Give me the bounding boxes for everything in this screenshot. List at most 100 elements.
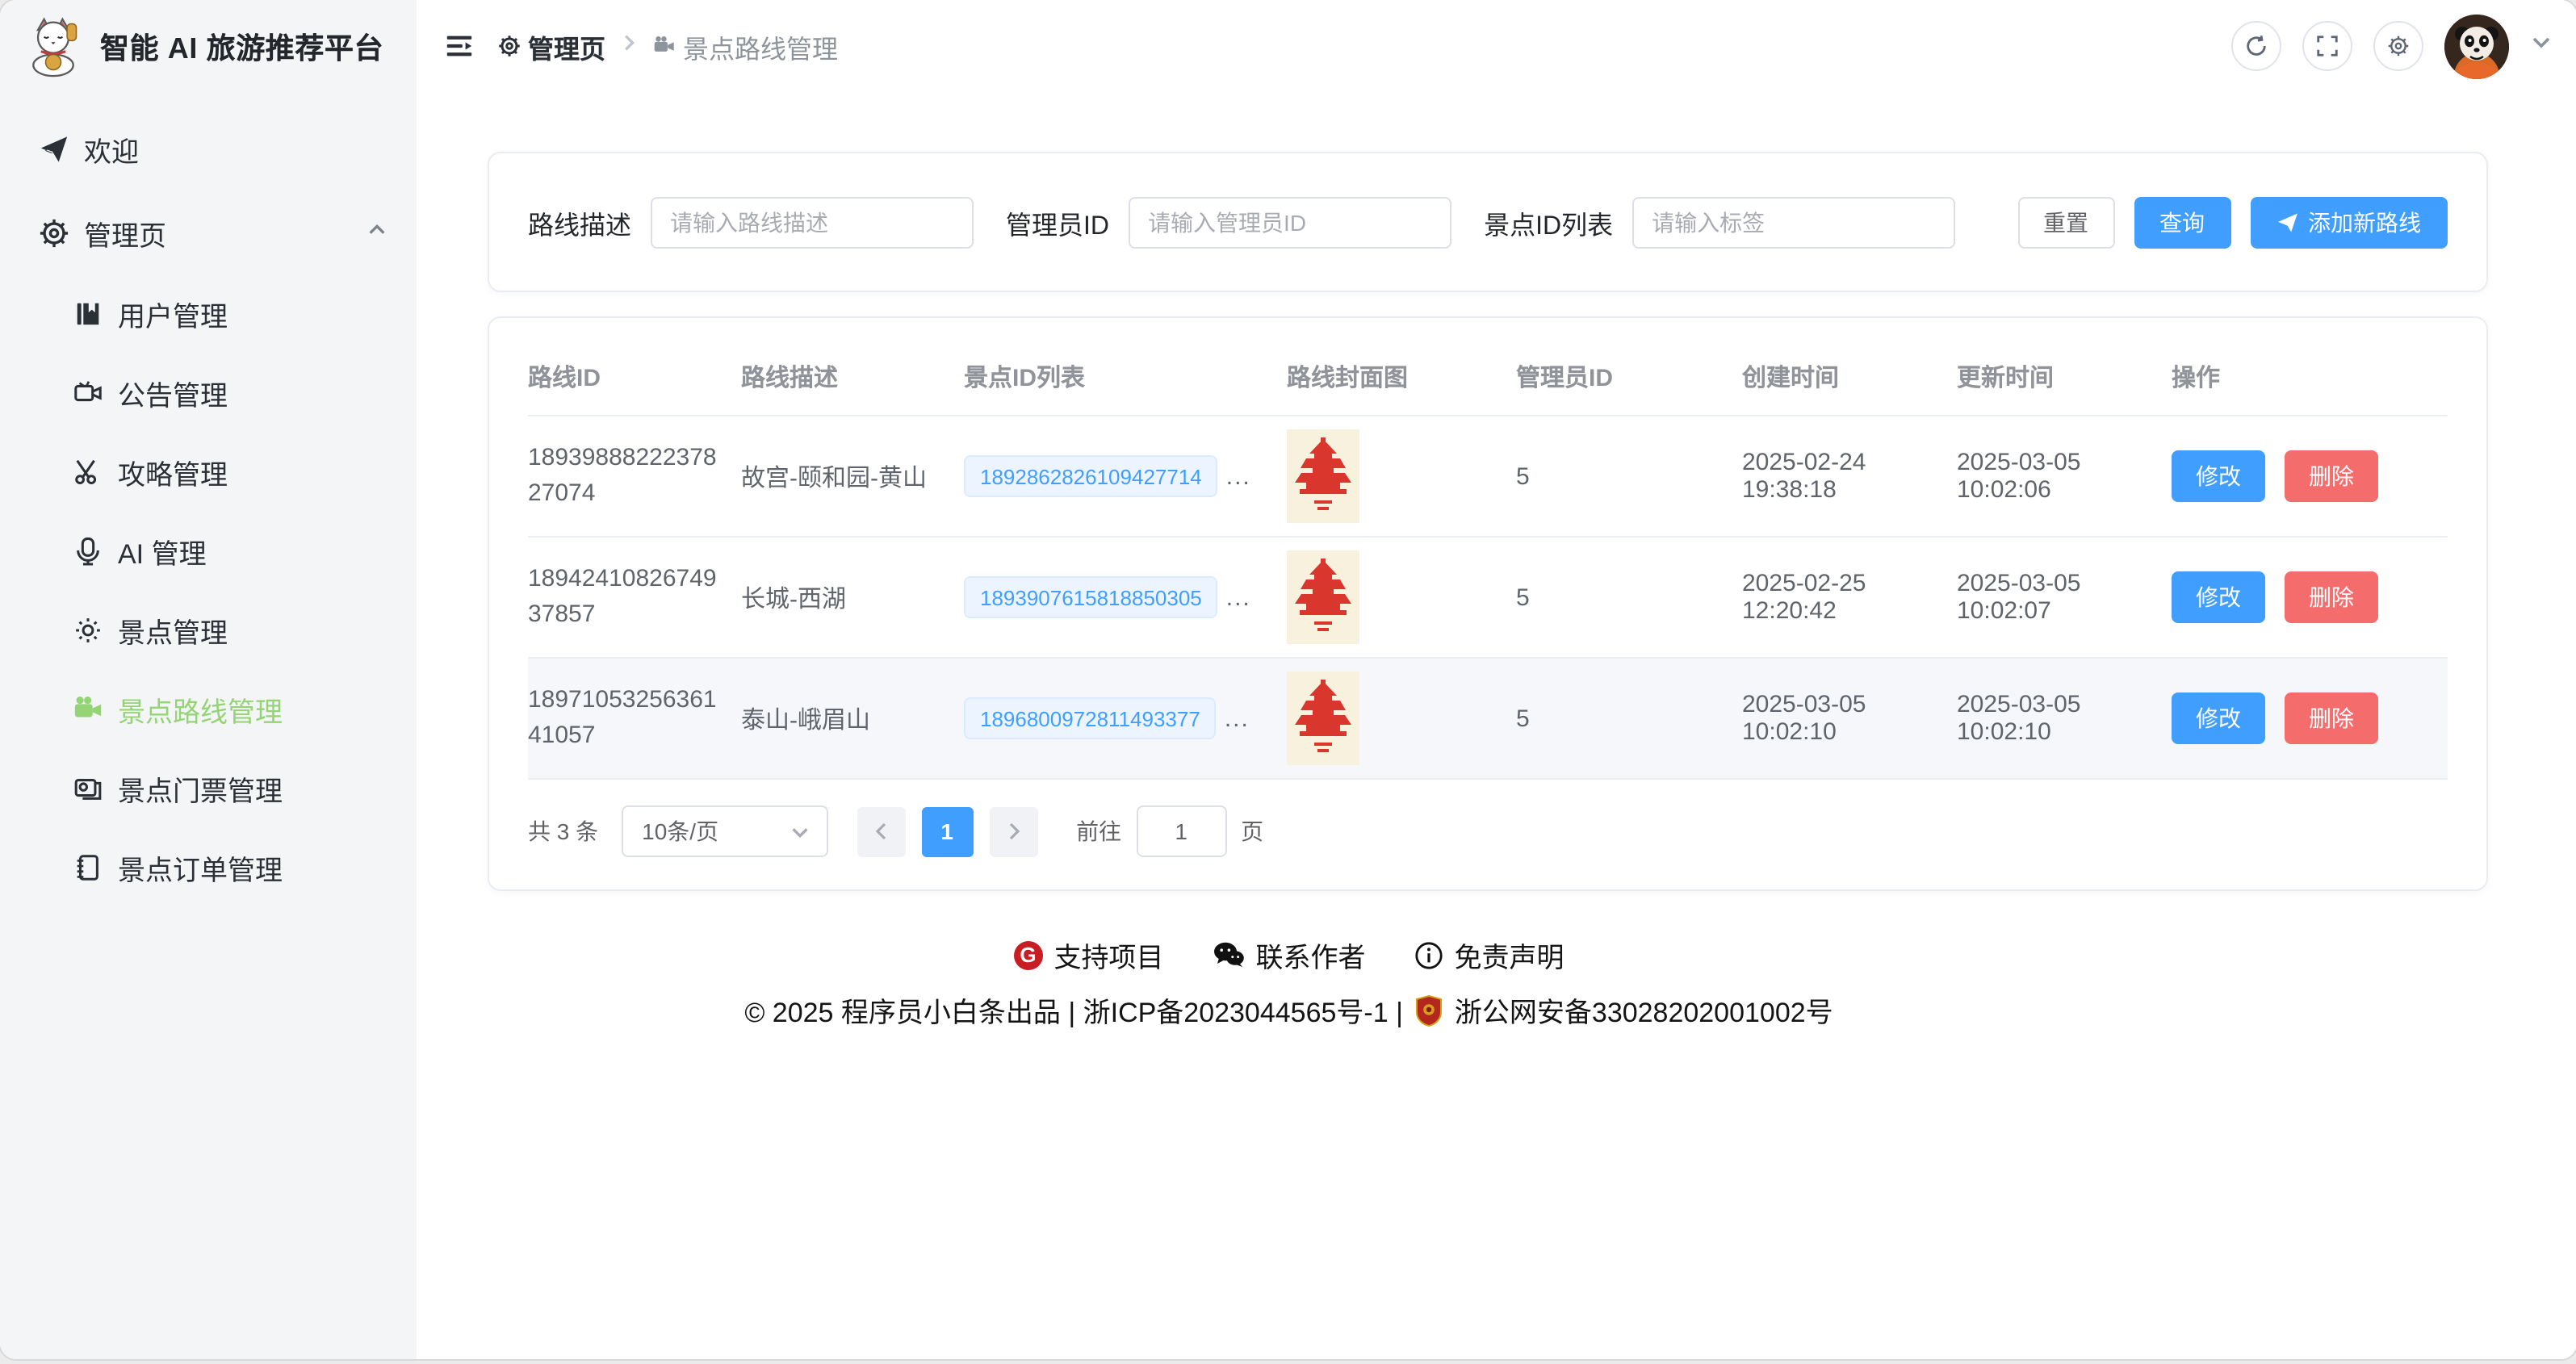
pagination-total: 共 3 条 [528,815,598,847]
footer-copyright: © 2025 程序员小白条出品 | 浙ICP备2023044565号-1 | 浙… [744,990,1833,1030]
notebook-icon [73,852,103,883]
spot-ids-input[interactable] [1632,196,1955,248]
chevron-up-icon[interactable] [367,216,387,249]
spot-id-tag[interactable]: 1892862826109427714 [964,455,1218,497]
cell-route-desc: 长城-西湖 [741,537,964,658]
edit-button[interactable]: 修改 [2172,571,2265,623]
footer-links: G 支持项目 联系作者 免责声明 [1014,935,1564,975]
cell-route-desc: 故宫-颐和园-黄山 [741,416,964,537]
delete-button[interactable]: 删除 [2285,450,2378,502]
page-footer: G 支持项目 联系作者 免责声明 © 2025 程序员小白条出品 | 浙ICP备… [289,935,2289,1030]
sidebar-item-spot-orders[interactable]: 景点订单管理 [0,828,417,907]
page-size-select[interactable]: 10条/页 [621,805,827,857]
sidebar-item-welcome[interactable]: 欢迎 [0,107,417,190]
filter-admin-id: 管理员ID [1006,196,1451,248]
edit-button[interactable]: 修改 [2172,450,2265,502]
breadcrumb: 管理页 景点路线管理 [497,27,838,65]
admin-id-input[interactable] [1129,196,1451,248]
filter-label: 路线描述 [528,203,631,241]
page-scale-wrapper: 智能 AI 旅游推荐平台 欢迎 管理页 用户管理 [0,0,2576,1364]
sidebar-item-label: 用户管理 [118,294,228,334]
gear-icon [497,34,521,58]
sidebar-item-label: 景点门票管理 [118,768,283,809]
cell-updated: 2025-03-05 10:02:06 [1957,416,2172,537]
breadcrumb-admin[interactable]: 管理页 [497,27,605,65]
disclaimer-label: 免责声明 [1455,935,1564,975]
sidebar-item-spot-tickets[interactable]: 景点门票管理 [0,749,417,828]
cell-spot-ids: 1892862826109427714... [964,416,1287,537]
add-route-label: 添加新路线 [2308,206,2421,238]
routes-table: 路线ID 路线描述 景点ID列表 路线封面图 管理员ID 创建时间 更新时间 操… [528,334,2447,780]
sidebar-item-admin-group[interactable]: 管理页 [0,190,417,274]
sidebar-item-guides[interactable]: 攻略管理 [0,433,417,512]
sidebar-item-spots[interactable]: 景点管理 [0,591,417,670]
cell-created: 2025-02-24 19:38:18 [1742,416,1957,537]
sidebar-item-label: 攻略管理 [118,452,228,492]
cell-route-id: 1894241082674937857 [528,537,741,658]
cell-created: 2025-03-05 10:02:10 [1742,658,1957,779]
sidebar-item-label: AI 管理 [118,531,207,571]
cell-admin-id: 5 [1516,658,1742,779]
col-route-desc: 路线描述 [741,334,964,416]
spot-id-tag[interactable]: 1896800972811493377 [964,697,1217,739]
edit-button[interactable]: 修改 [2172,692,2265,744]
support-project-link[interactable]: G 支持项目 [1014,935,1164,975]
sidebar-item-label: 公告管理 [118,373,228,413]
beian-link[interactable]: 浙公网安备33028202001002号 [1455,990,1833,1030]
route-cover-image[interactable] [1287,672,1359,765]
refresh-button[interactable] [2230,21,2281,71]
tag-overflow-ellipsis: ... [1226,584,1251,612]
book-icon [73,299,103,329]
goto-page-input[interactable] [1136,805,1226,857]
tag-overflow-ellipsis: ... [1226,463,1251,491]
col-route-id: 路线ID [528,334,741,416]
disclaimer-link[interactable]: 免责声明 [1414,935,1564,975]
app-logo-row: 智能 AI 旅游推荐平台 [0,0,417,87]
app-title: 智能 AI 旅游推荐平台 [100,26,383,68]
breadcrumb-spot-routes: 景点路线管理 [652,27,838,65]
sidebar-item-announcements[interactable]: 公告管理 [0,354,417,433]
breadcrumb-label: 景点路线管理 [683,27,838,65]
chevron-down-icon[interactable] [2529,31,2552,61]
table-row: 1893988822237827074 故宫-颐和园-黄山 1892862826… [528,416,2447,537]
route-desc-input[interactable] [651,196,974,248]
gear-icon [39,217,69,248]
route-cover-image[interactable] [1287,429,1359,523]
spot-id-tag[interactable]: 1893907615818850305 [964,576,1218,618]
cell-cover [1287,658,1516,779]
tag-overflow-ellipsis: ... [1225,705,1250,733]
page-suffix: 页 [1241,815,1263,847]
fullscreen-button[interactable] [2302,21,2352,71]
gitee-icon: G [1014,940,1043,969]
refresh-icon [2243,34,2268,58]
route-cover-image[interactable] [1287,550,1359,644]
cell-cover [1287,537,1516,658]
page-size-value: 10条/页 [642,815,718,847]
wechat-icon [1213,941,1245,969]
cell-admin-id: 5 [1516,537,1742,658]
sidebar-item-users[interactable]: 用户管理 [0,274,417,354]
add-route-button[interactable]: 添加新路线 [2250,196,2447,248]
sidebar-item-spot-routes[interactable]: 景点路线管理 [0,670,417,749]
prev-page-button[interactable] [857,806,905,856]
search-button[interactable]: 查询 [2134,196,2230,248]
cell-ops: 修改 删除 [2172,658,2447,779]
delete-button[interactable]: 删除 [2285,692,2378,744]
user-avatar[interactable] [2444,14,2508,78]
pagination: 共 3 条 10条/页 1 前往 页 [528,805,2447,857]
sidebar-item-label: 欢迎 [84,128,139,169]
breadcrumb-label: 管理页 [528,27,605,65]
cell-route-desc: 泰山-峨眉山 [741,658,964,779]
next-page-button[interactable] [989,806,1037,856]
col-admin-id: 管理员ID [1516,334,1742,416]
contact-author-link[interactable]: 联系作者 [1213,935,1366,975]
sidebar-submenu: 用户管理 公告管理 攻略管理 AI 管理 景点管理 [0,274,417,907]
delete-button[interactable]: 删除 [2285,571,2378,623]
paper-plane-icon [2276,211,2298,233]
sidebar-item-ai[interactable]: AI 管理 [0,512,417,591]
collapse-sidebar-icon[interactable] [444,31,475,61]
chevron-right-icon [1003,822,1023,841]
page-number-1[interactable]: 1 [921,806,973,856]
reset-button[interactable]: 重置 [2017,196,2114,248]
settings-button[interactable] [2373,21,2423,71]
